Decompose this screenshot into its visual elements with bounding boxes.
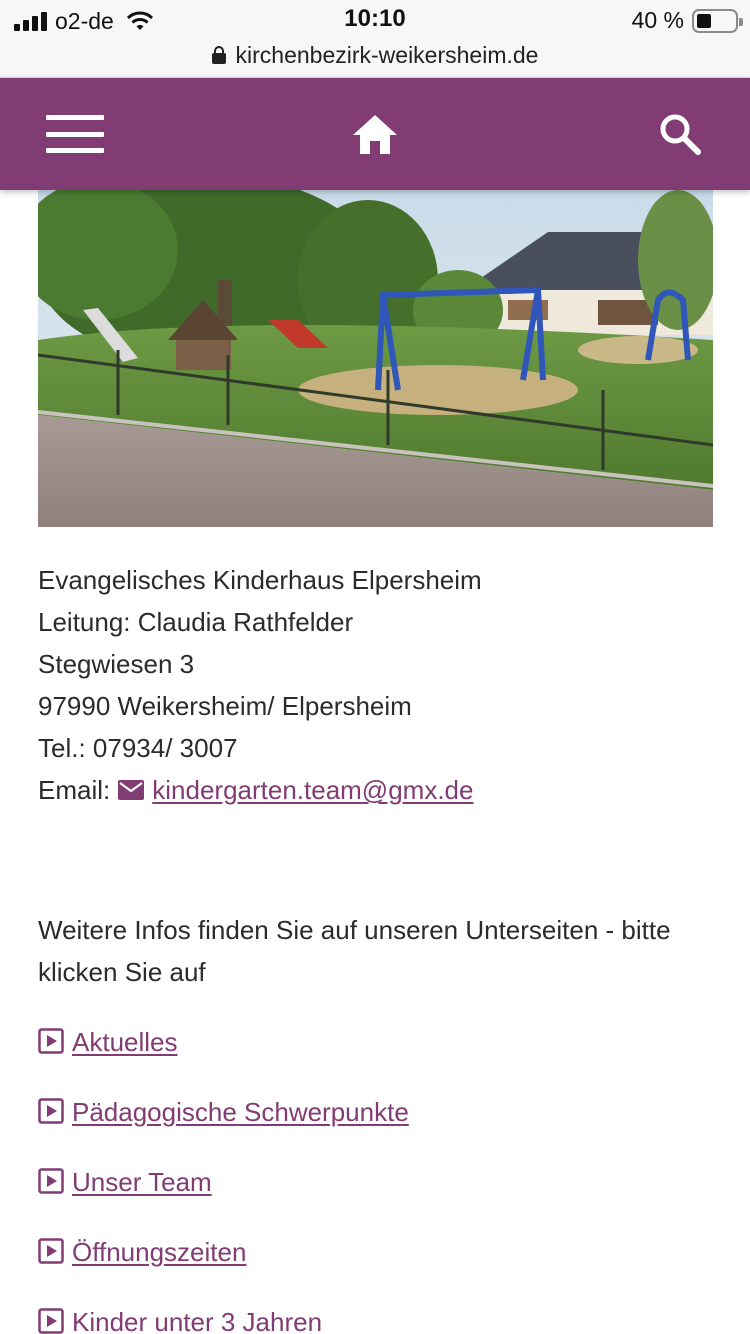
city-line: 97990 Weikersheim/ Elpersheim [38,691,412,721]
lock-icon [211,46,226,64]
phone-line: Tel.: 07934/ 3007 [38,733,238,763]
status-bar: o2-de 10:10 40 % kirchenbezirk-weikershe… [0,0,750,78]
play-arrow-icon [38,1308,64,1334]
subpage-link-unter-3[interactable]: Kinder unter 3 Jahren [72,1301,322,1334]
intro-text: Weitere Infos finden Sie auf unseren Unt… [38,915,671,987]
envelope-icon [118,780,145,800]
menu-button[interactable] [20,78,130,190]
subpage-link-list: Aktuelles Pädagogische Schwerpunkte Unse… [38,1020,728,1334]
url-text[interactable]: kirchenbezirk-weikersheim.de [236,42,539,69]
play-arrow-icon [38,1028,64,1054]
subpage-link-schwerpunkte[interactable]: Pädagogische Schwerpunkte [72,1091,409,1133]
institution-name: Evangelisches Kinderhaus Elpersheim [38,565,482,595]
subpage-link-aktuelles[interactable]: Aktuelles [72,1021,178,1063]
search-button[interactable] [625,78,735,190]
subpage-link-item[interactable]: Unser Team [38,1160,728,1230]
email-line: Email: kindergarten.team@gmx.de [38,769,728,811]
search-icon [660,114,701,155]
battery-icon [692,8,743,33]
playground-photo [38,190,713,527]
email-label: Email: [38,775,111,805]
street-line: Stegwiesen 3 [38,649,195,679]
play-arrow-icon [38,1168,64,1194]
email-link[interactable]: kindergarten.team@gmx.de [152,769,473,811]
battery-group: 40 % [631,7,743,34]
contact-address: Evangelisches Kinderhaus Elpersheim Leit… [38,559,728,811]
site-navbar [0,78,750,190]
address-bar[interactable]: kirchenbezirk-weikersheim.de [0,38,750,72]
leader-line: Leitung: Claudia Rathfelder [38,607,354,637]
play-arrow-icon [38,1098,64,1124]
subpage-link-oeffnungszeiten[interactable]: Öffnungszeiten [72,1231,246,1273]
subpage-link-item[interactable]: Kinder unter 3 Jahren [38,1300,728,1334]
subpage-link-item[interactable]: Pädagogische Schwerpunkte [38,1090,728,1160]
battery-percent: 40 % [631,7,684,33]
subpage-link-item[interactable]: Öffnungszeiten [38,1230,728,1300]
play-arrow-icon [38,1238,64,1264]
hamburger-menu-icon [46,115,104,153]
home-icon [353,115,397,154]
home-button[interactable] [320,78,430,190]
subpage-link-team[interactable]: Unser Team [72,1161,212,1203]
subpage-link-item[interactable]: Aktuelles [38,1020,728,1090]
